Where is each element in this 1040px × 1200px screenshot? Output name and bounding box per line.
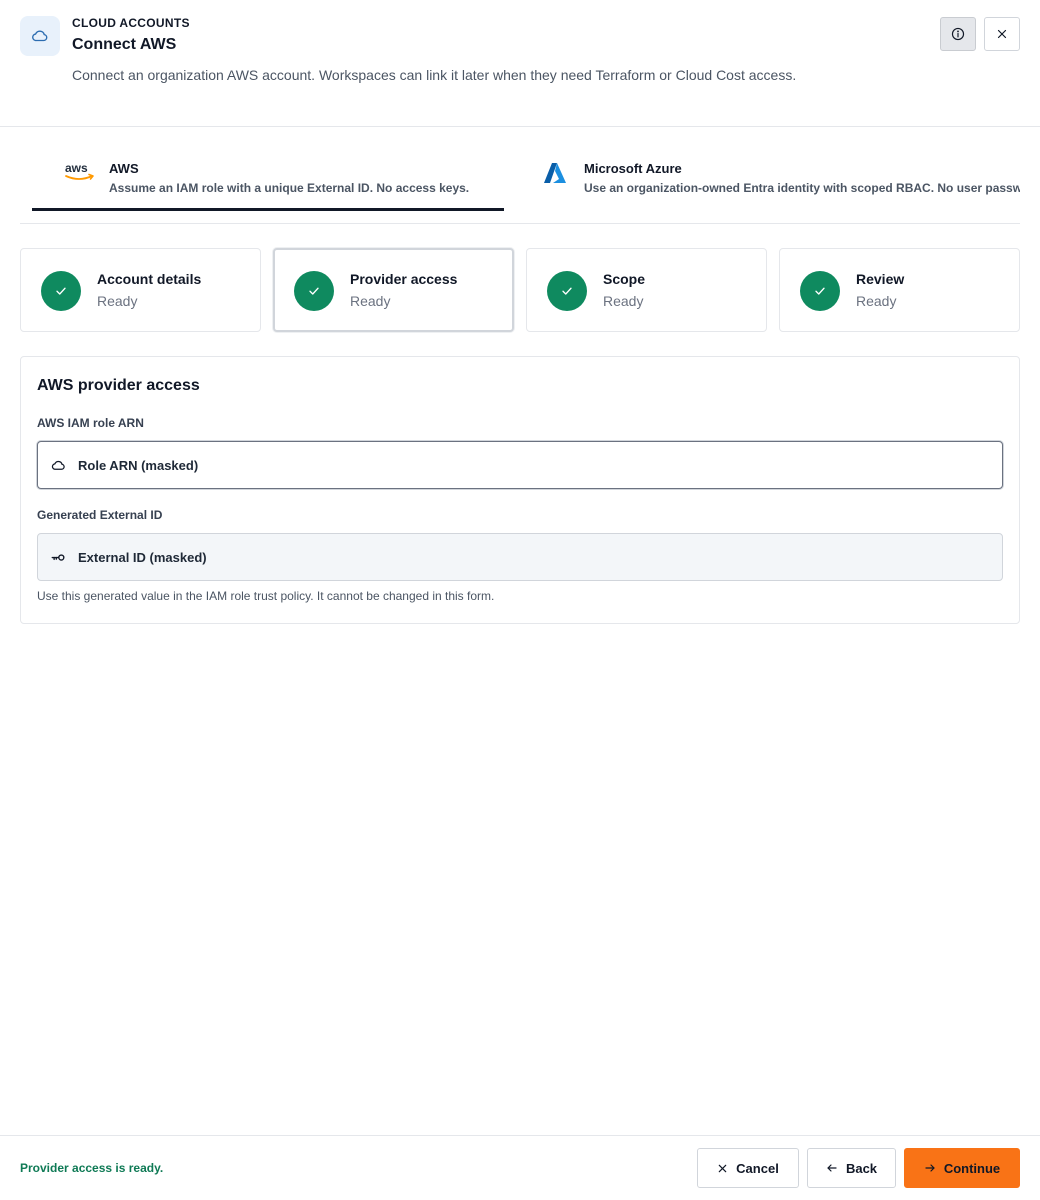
close-icon <box>997 29 1007 39</box>
dialog-header: CLOUD ACCOUNTS Connect AWS Connect an or… <box>0 0 1040 127</box>
step-account-details[interactable]: Account details Ready <box>20 248 261 332</box>
cloud-icon <box>50 457 66 473</box>
cloud-icon <box>20 16 60 56</box>
role-arn-field[interactable] <box>37 441 1003 489</box>
close-button[interactable] <box>984 17 1020 51</box>
section-eyebrow: CLOUD ACCOUNTS <box>72 16 190 30</box>
step-title: Review <box>856 271 905 287</box>
close-icon <box>718 1164 727 1172</box>
tab-azure[interactable]: Microsoft Azure Use an organization-owne… <box>507 127 1020 211</box>
check-icon <box>547 271 587 311</box>
info-icon <box>951 27 965 41</box>
step-status: Ready <box>97 293 138 309</box>
back-button[interactable]: Back <box>807 1148 896 1188</box>
tab-azure-subtitle: Use an organization-owned Entra identity… <box>584 181 1020 195</box>
role-arn-label: AWS IAM role ARN <box>37 416 144 430</box>
dialog-footer: Provider access is ready. Cancel Back Co… <box>0 1135 1040 1200</box>
step-provider-access[interactable]: Provider access Ready <box>273 248 514 332</box>
provider-access-panel: AWS provider access AWS IAM role ARN Gen… <box>20 356 1020 624</box>
azure-logo-icon <box>543 162 567 189</box>
external-id-input <box>78 550 978 565</box>
step-title: Account details <box>97 271 202 287</box>
footer-status: Provider access is ready. <box>20 1161 164 1175</box>
step-status: Ready <box>856 293 897 309</box>
step-review[interactable]: Review Ready <box>779 248 1020 332</box>
external-id-label: Generated External ID <box>37 508 163 522</box>
dialog-title: Connect AWS <box>72 36 177 53</box>
key-icon <box>50 549 66 565</box>
provider-tabs: aws AWS Assume an IAM role with a unique… <box>20 127 1020 224</box>
continue-label: Continue <box>943 1160 1001 1176</box>
dialog-description: Connect an organization AWS account. Wor… <box>72 67 797 83</box>
aws-logo-icon: aws <box>64 161 96 188</box>
check-icon <box>41 271 81 311</box>
external-id-field <box>37 533 1003 581</box>
tab-aws-subtitle: Assume an IAM role with a unique Externa… <box>109 181 470 195</box>
step-scope[interactable]: Scope Ready <box>526 248 767 332</box>
step-status: Ready <box>603 293 644 309</box>
cancel-button[interactable]: Cancel <box>697 1148 799 1188</box>
tab-azure-title: Microsoft Azure <box>584 161 682 176</box>
check-icon <box>800 271 840 311</box>
back-label: Back <box>845 1160 878 1176</box>
role-arn-input[interactable] <box>78 458 978 473</box>
check-icon <box>294 271 334 311</box>
step-title: Provider access <box>350 271 458 287</box>
tab-aws[interactable]: aws AWS Assume an IAM role with a unique… <box>32 127 504 211</box>
continue-button[interactable]: Continue <box>904 1148 1020 1188</box>
cancel-label: Cancel <box>736 1160 779 1176</box>
arrow-right-icon <box>925 1164 935 1172</box>
external-id-help: Use this generated value in the IAM role… <box>37 589 495 603</box>
arrow-left-icon <box>827 1164 837 1172</box>
aws-logo-text: aws <box>65 161 88 175</box>
step-status: Ready <box>350 293 391 309</box>
step-title: Scope <box>603 271 646 287</box>
info-button[interactable] <box>940 17 976 51</box>
tab-aws-title: AWS <box>109 161 139 176</box>
panel-title: AWS provider access <box>37 377 200 394</box>
